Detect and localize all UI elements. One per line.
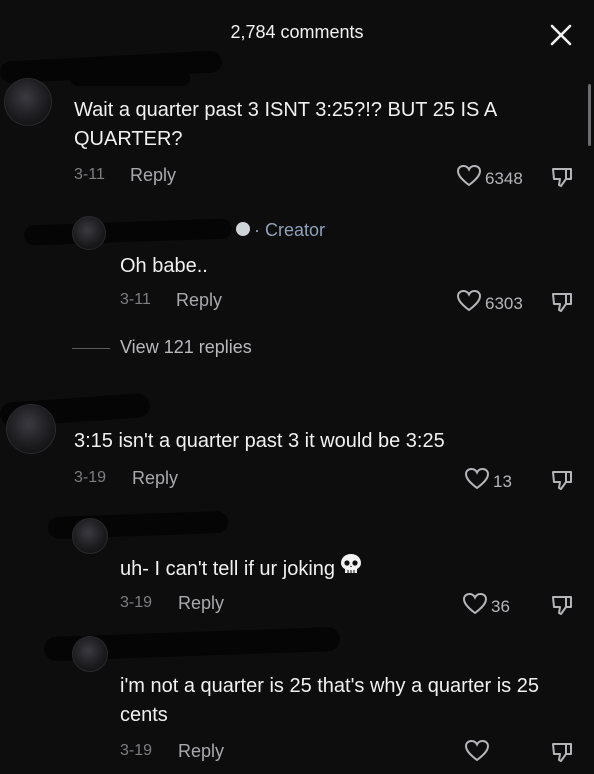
avatar[interactable] bbox=[6, 404, 56, 454]
comment-date: 3-19 bbox=[74, 469, 107, 486]
heart-icon bbox=[456, 289, 482, 318]
like-button[interactable] bbox=[464, 739, 493, 768]
comment-text: Wait a quarter past 3 ISNT 3:25?!? BUT 2… bbox=[74, 99, 497, 150]
reply-button[interactable]: Reply bbox=[178, 741, 224, 762]
comment-date: 3-11 bbox=[120, 291, 151, 308]
heart-icon bbox=[456, 164, 482, 193]
like-count: 36 bbox=[491, 596, 510, 616]
comments-sheet: 2,784 comments Wait a quarter past 3 ISN… bbox=[0, 0, 594, 774]
reply-button[interactable]: Reply bbox=[178, 593, 224, 614]
redacted-username bbox=[70, 70, 190, 86]
comment-date: 3-19 bbox=[120, 594, 153, 611]
creator-label: · Creator bbox=[254, 220, 326, 240]
reply-button[interactable]: Reply bbox=[176, 290, 222, 311]
close-icon[interactable] bbox=[546, 20, 576, 50]
dislike-icon[interactable] bbox=[550, 593, 574, 622]
comments-count-title: 2,784 comments bbox=[230, 22, 364, 42]
avatar[interactable] bbox=[72, 636, 108, 672]
creator-badge-icon bbox=[236, 222, 250, 236]
like-button[interactable]: 6348 bbox=[456, 164, 523, 193]
comment-text: 3:15 isn't a quarter past 3 it would be … bbox=[74, 430, 445, 452]
redacted-username bbox=[23, 218, 233, 246]
comment-text: uh- I can't tell if ur joking bbox=[120, 552, 580, 587]
avatar[interactable] bbox=[72, 518, 108, 554]
comment-text: i'm not a quarter is 25 that's why a qua… bbox=[120, 675, 539, 726]
heart-icon bbox=[464, 739, 490, 768]
like-count: 6303 bbox=[485, 293, 523, 313]
like-button[interactable]: 36 bbox=[462, 592, 510, 621]
avatar[interactable] bbox=[4, 78, 52, 126]
comment-date: 3-19 bbox=[120, 742, 153, 759]
scrollbar[interactable] bbox=[588, 84, 591, 146]
skull-emoji-icon bbox=[339, 552, 363, 587]
reply-button[interactable]: Reply bbox=[130, 165, 176, 186]
heart-icon bbox=[464, 467, 490, 496]
comment-text: Oh babe.. bbox=[120, 255, 208, 277]
comment-date: 3-11 bbox=[74, 166, 105, 183]
view-replies-button[interactable]: View 121 replies bbox=[120, 337, 252, 358]
divider bbox=[72, 348, 110, 349]
like-count: 6348 bbox=[485, 168, 523, 188]
heart-icon bbox=[462, 592, 488, 621]
like-count: 13 bbox=[493, 471, 512, 491]
dislike-icon[interactable] bbox=[550, 468, 574, 497]
dislike-icon[interactable] bbox=[550, 165, 574, 194]
dislike-icon[interactable] bbox=[550, 740, 574, 769]
dislike-icon[interactable] bbox=[550, 290, 574, 319]
reply-button[interactable]: Reply bbox=[132, 468, 178, 489]
like-button[interactable]: 6303 bbox=[456, 289, 523, 318]
avatar[interactable] bbox=[72, 216, 106, 250]
like-button[interactable]: 13 bbox=[464, 467, 512, 496]
